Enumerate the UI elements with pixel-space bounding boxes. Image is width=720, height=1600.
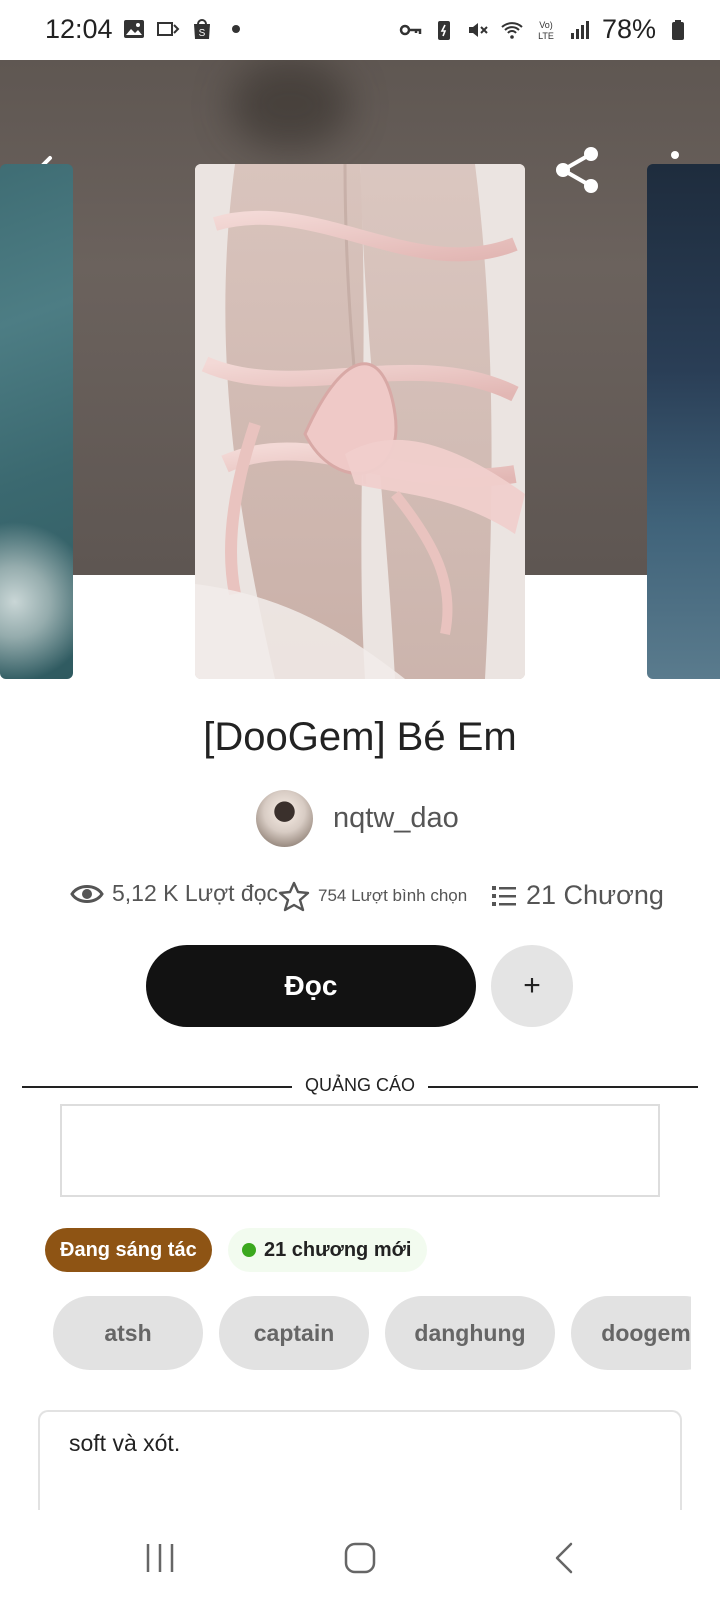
battery-icon [672, 19, 684, 40]
dot-icon [232, 25, 240, 33]
volte-icon: Vo)LTE [538, 20, 554, 41]
description-text: soft và xót. [69, 1430, 181, 1456]
battery-percent: 78% [601, 14, 656, 44]
svg-text:Vo): Vo) [539, 20, 553, 30]
system-nav-bar [0, 1510, 720, 1600]
home-icon[interactable] [340, 1538, 380, 1578]
signal-icon [570, 20, 589, 39]
next-story-cover[interactable] [647, 164, 720, 679]
tag-chip[interactable]: doogem [571, 1296, 691, 1370]
add-to-library-button[interactable]: + [491, 945, 573, 1027]
status-right-icons: Vo) LTE 78% [398, 14, 690, 45]
reads-count: 5,12 K Lượt đọc [112, 880, 279, 906]
shopee-icon: S [194, 19, 210, 39]
svg-text:LTE: LTE [538, 31, 554, 41]
eye-icon [70, 884, 104, 903]
battery-saver-icon [437, 20, 450, 40]
reads-stat: 5,12 K Lượt đọc [70, 880, 278, 907]
parts-count[interactable]: 21 Chương [526, 880, 664, 911]
status-time: 12:04 [45, 14, 113, 44]
new-parts-label: 21 chương mới [264, 1238, 412, 1261]
status-left-icons: S [122, 17, 248, 41]
author-name[interactable]: nqtw_dao [333, 802, 459, 835]
wifi-icon [501, 21, 523, 39]
tags-scroller[interactable]: atsh captain danghung doogem [53, 1296, 691, 1370]
key-icon [399, 24, 422, 35]
gallery-icon [124, 20, 144, 38]
author-row[interactable]: nqtw_dao [256, 790, 459, 847]
list-icon [492, 885, 516, 906]
recent-apps-icon[interactable] [140, 1538, 180, 1578]
parts-stat[interactable]: 21 Chương [490, 880, 664, 911]
story-title: [DooGem] Bé Em [203, 715, 517, 759]
cast-icon [157, 22, 180, 36]
cover-artwork [195, 164, 525, 679]
status-badge: Đang sáng tác [45, 1228, 212, 1272]
ad-slot[interactable] [60, 1104, 660, 1197]
votes-stat: 754 Lượt bình chọn [278, 880, 467, 912]
tag-chip[interactable]: danghung [385, 1296, 555, 1370]
green-dot-icon [242, 1243, 256, 1257]
back-nav-icon[interactable] [545, 1538, 585, 1578]
svg-text:S: S [199, 28, 206, 39]
avatar[interactable] [256, 790, 313, 847]
votes-count: 754 Lượt bình chọn [318, 886, 468, 905]
previous-story-cover[interactable] [0, 164, 73, 679]
ad-divider: QUẢNG CÁO [22, 1075, 698, 1099]
story-cover-image [195, 164, 525, 679]
story-stats: 5,12 K Lượt đọc 754 Lượt bình chọn 21 Ch… [70, 880, 670, 920]
new-parts-badge: 21 chương mới [228, 1228, 428, 1272]
mute-icon [468, 22, 488, 37]
tag-chip[interactable]: captain [219, 1296, 369, 1370]
star-icon [278, 881, 310, 912]
status-bar: 12:04 S Vo) LTE 78% [0, 0, 720, 60]
read-button[interactable]: Đọc [146, 945, 476, 1027]
tag-chip[interactable]: atsh [53, 1296, 203, 1370]
share-icon[interactable] [553, 145, 601, 195]
